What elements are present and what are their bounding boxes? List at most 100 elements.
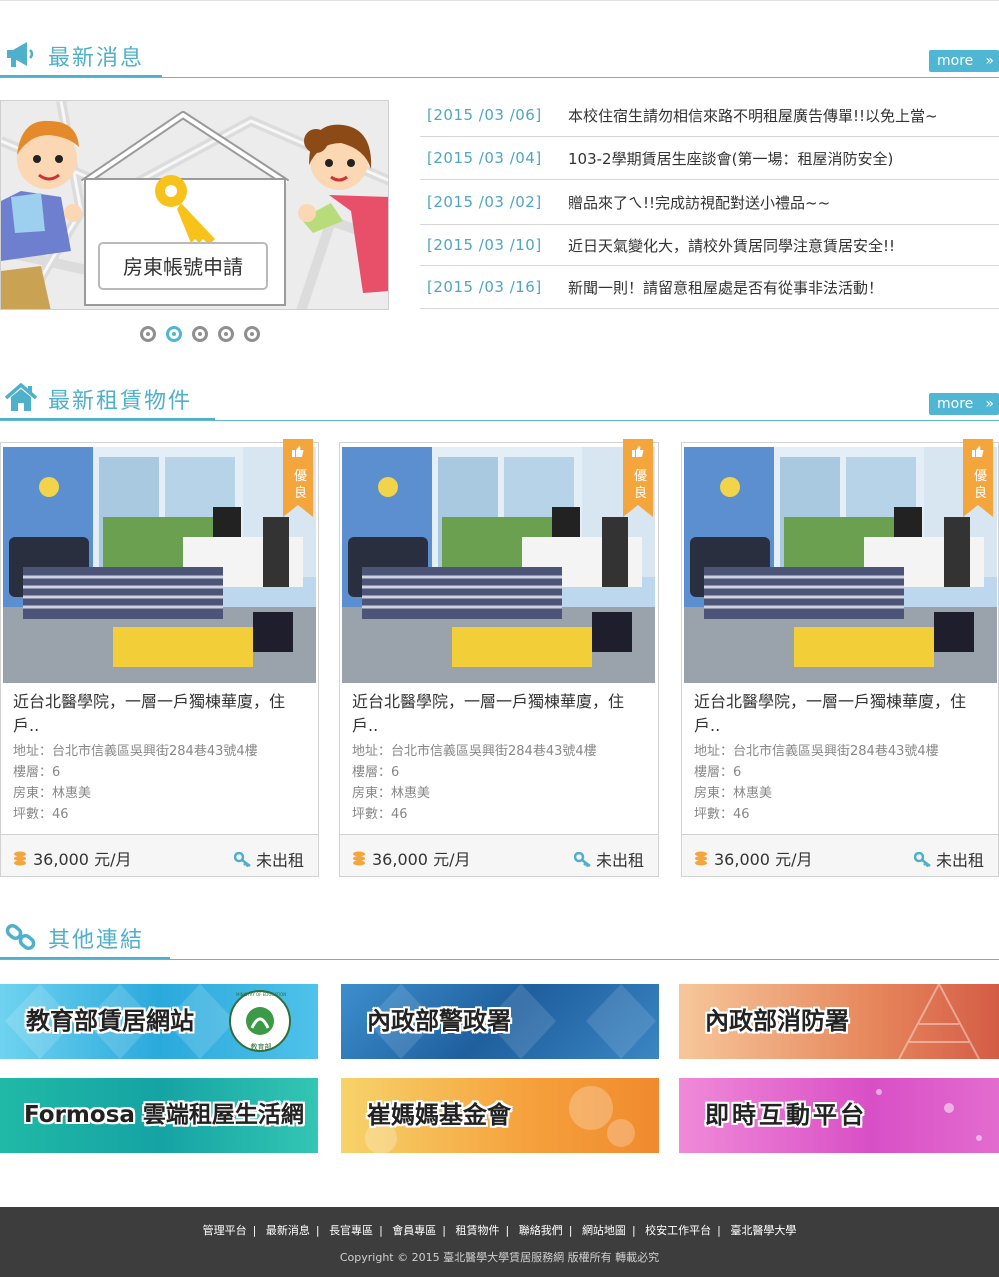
link-formosa[interactable]: Formosa 雲端租屋生活網 <box>0 1078 318 1153</box>
footer: 管理平台 | 最新消息 | 長官專區 | 會員專區 | 租賃物件 | 聯絡我們 | 網站地圖… <box>0 1207 999 1277</box>
listing-title-line-2: 戶.. <box>13 716 40 735</box>
footer-link-news[interactable]: 最新消息 <box>266 1224 310 1237</box>
listing-title-line-1: 近台北醫學院，一層一戶獨棟華廈，住 <box>352 692 625 711</box>
news-headline[interactable]: 贈品來了ㄟ!!完成訪視配對送小禮品~~ <box>568 192 830 213</box>
listing-card[interactable]: 優 良 近台北醫學院，一層一戶獨棟華廈，住 戶.. 地址：台北市信義區吳興街28… <box>0 439 319 877</box>
footer-link-rentals[interactable]: 租賃物件 <box>456 1224 500 1237</box>
listing-area: 坪數：46 <box>694 807 750 822</box>
footer-link-contact[interactable]: 聯絡我們 <box>519 1224 563 1237</box>
listing-photo[interactable] <box>684 447 997 683</box>
megaphone-icon <box>7 42 34 67</box>
listing-landlord: 房東：林惠美 <box>13 786 92 801</box>
link-nfa[interactable]: 內政部消防署 <box>679 984 999 1059</box>
coins-icon <box>695 851 707 866</box>
listing-price-value: 36,000 元/月 <box>372 850 471 869</box>
news-headline[interactable]: 本校住宿生請勿相信來路不明租屋廣告傳單!!以免上當~ <box>568 105 938 126</box>
listing-title[interactable]: 近台北醫學院，一層一戶獨棟華廈，住 戶.. <box>694 690 994 738</box>
slider-dot[interactable] <box>218 326 234 342</box>
listing-title[interactable]: 近台北醫學院，一層一戶獨棟華廈，住 戶.. <box>352 690 652 738</box>
link-nfa-label: 內政部消防署 <box>705 1007 849 1035</box>
listing-address: 地址：台北市信義區吳興街284巷43號4樓 <box>694 744 939 759</box>
news-more-button[interactable]: more » <box>929 50 999 72</box>
listing-title-line-2: 戶.. <box>352 716 379 735</box>
listing-title[interactable]: 近台北醫學院，一層一戶獨棟華廈，住 戶.. <box>13 690 313 738</box>
link-tsuei-mama[interactable]: 崔媽媽基金會 <box>341 1078 659 1153</box>
link-tsuei-mama-label: 崔媽媽基金會 <box>367 1101 511 1129</box>
rental-more-button[interactable]: more » <box>929 393 999 415</box>
listing-price: 36,000 元/月 <box>352 846 470 870</box>
listing-price: 36,000 元/月 <box>13 846 131 870</box>
listing-card[interactable]: 優 良 近台北醫學院，一層一戶獨棟華廈，住 戶.. 地址：台北市信義區吳興街28… <box>681 439 999 877</box>
listing-floor: 樓層：6 <box>13 765 61 780</box>
link-npa[interactable]: 內政部警政署 <box>341 984 659 1059</box>
listing-floor: 樓層：6 <box>694 765 742 780</box>
rental-header-line <box>0 420 999 421</box>
links-section-header: 其他連結 <box>0 920 999 960</box>
listing-status: 未出租 <box>913 847 984 871</box>
footer-link-tmu[interactable]: 臺北醫學大學 <box>730 1224 796 1237</box>
listing-address: 地址：台北市信義區吳興街284巷43號4樓 <box>13 744 258 759</box>
page: 最新消息 more » 房東帳號申請 [2015 /03 /06] 本校住宿生請… <box>0 0 999 1277</box>
footer-link-sitemap[interactable]: 網站地圖 <box>582 1224 626 1237</box>
link-interactive-label: 即時互動平台 <box>705 1101 867 1129</box>
news-item[interactable]: [2015 /03 /02] 贈品來了ㄟ!!完成訪視配對送小禮品~~ <box>420 180 999 225</box>
news-header-line <box>0 77 999 78</box>
double-chevron-right-icon: » <box>985 396 994 412</box>
listing-status: 未出租 <box>233 847 304 871</box>
news-item[interactable]: [2015 /03 /10] 近日天氣變化大，請校外賃居同學注意賃居安全!! <box>420 225 999 266</box>
listing-status-label: 未出租 <box>595 851 644 870</box>
footer-link-officials[interactable]: 長官專區 <box>329 1224 373 1237</box>
news-date: [2015 /03 /04] <box>427 149 542 167</box>
listing-photo[interactable] <box>3 447 316 683</box>
slider-dot[interactable] <box>140 326 156 342</box>
footer-link-members[interactable]: 會員專區 <box>392 1224 436 1237</box>
news-section-title: 最新消息 <box>48 46 145 71</box>
footer-link-safety[interactable]: 校安工作平台 <box>645 1224 711 1237</box>
rental-section-title: 最新租賃物件 <box>48 389 193 414</box>
top-divider <box>0 0 999 1</box>
listing-footer: 36,000 元/月 未出租 <box>1 834 318 876</box>
slider-dot[interactable] <box>244 326 260 342</box>
footer-nav: 管理平台 | 最新消息 | 長官專區 | 會員專區 | 租賃物件 | 聯絡我們 | 網站地圖… <box>202 1224 797 1237</box>
rental-more-label: more <box>937 396 974 412</box>
news-headline[interactable]: 新聞一則！請留意租屋處是否有從事非法活動！ <box>568 277 883 298</box>
listing-area: 坪數：46 <box>352 807 408 822</box>
slider-dot-active[interactable] <box>166 326 182 342</box>
listing-price-value: 36,000 元/月 <box>33 850 132 869</box>
link-moe-rental[interactable]: 教育部賃居網站 MINISTRY OF EDUCATION 教育部 <box>0 984 318 1059</box>
news-item[interactable]: [2015 /03 /16] 新聞一則！請留意租屋處是否有從事非法活動！ <box>420 266 999 309</box>
listing-landlord: 房東：林惠美 <box>694 786 773 801</box>
news-list: [2015 /03 /06] 本校住宿生請勿相信來路不明租屋廣告傳單!!以免上當… <box>420 94 999 309</box>
banner-slider-dots <box>140 326 270 344</box>
badge-char-2: 良 <box>293 486 307 501</box>
news-item[interactable]: [2015 /03 /06] 本校住宿生請勿相信來路不明租屋廣告傳單!!以免上當… <box>420 94 999 137</box>
links-header-line <box>0 959 999 960</box>
listing-title-line-1: 近台北醫學院，一層一戶獨棟華廈，住 <box>694 692 967 711</box>
news-headline[interactable]: 近日天氣變化大，請校外賃居同學注意賃居安全!! <box>568 235 895 256</box>
news-section-header: 最新消息 more » <box>0 38 999 78</box>
slider-dot[interactable] <box>192 326 208 342</box>
rental-section-header: 最新租賃物件 more » <box>0 381 999 421</box>
listing-footer: 36,000 元/月 未出租 <box>682 834 998 876</box>
listing-status-label: 未出租 <box>255 851 304 870</box>
footer-link-admin[interactable]: 管理平台 <box>203 1224 247 1237</box>
news-item[interactable]: [2015 /03 /04] 103-2學期賃居生座談會(第一場：租屋消防安全) <box>420 137 999 180</box>
listing-card[interactable]: 優 良 近台北醫學院，一層一戶獨棟華廈，住 戶.. 地址：台北市信義區吳興街28… <box>339 439 659 877</box>
listing-price-value: 36,000 元/月 <box>714 850 813 869</box>
listing-area: 坪數：46 <box>13 807 69 822</box>
double-chevron-right-icon: » <box>985 53 994 69</box>
links-section-title: 其他連結 <box>48 928 145 953</box>
listing-photo[interactable] <box>342 447 655 683</box>
listing-footer: 36,000 元/月 未出租 <box>340 834 658 876</box>
news-headline[interactable]: 103-2學期賃居生座談會(第一場：租屋消防安全) <box>568 148 893 169</box>
footer-copyright: Copyright © 2015 臺北醫學大學賃居服務網 版權所有 轉載必究 <box>339 1251 660 1264</box>
link-moe-label: 教育部賃居網站 <box>26 1007 194 1035</box>
key-icon <box>913 851 931 868</box>
link-interactive-platform[interactable]: 即時互動平台 <box>679 1078 999 1153</box>
listing-landlord: 房東：林惠美 <box>352 786 431 801</box>
news-date: [2015 /03 /16] <box>427 278 542 296</box>
bedroom-photo <box>342 447 655 683</box>
landlord-signup-banner[interactable]: 房東帳號申請 <box>0 100 389 310</box>
listing-title-line-1: 近台北醫學院，一層一戶獨棟華廈，住 <box>13 692 286 711</box>
home-icon <box>4 383 38 411</box>
